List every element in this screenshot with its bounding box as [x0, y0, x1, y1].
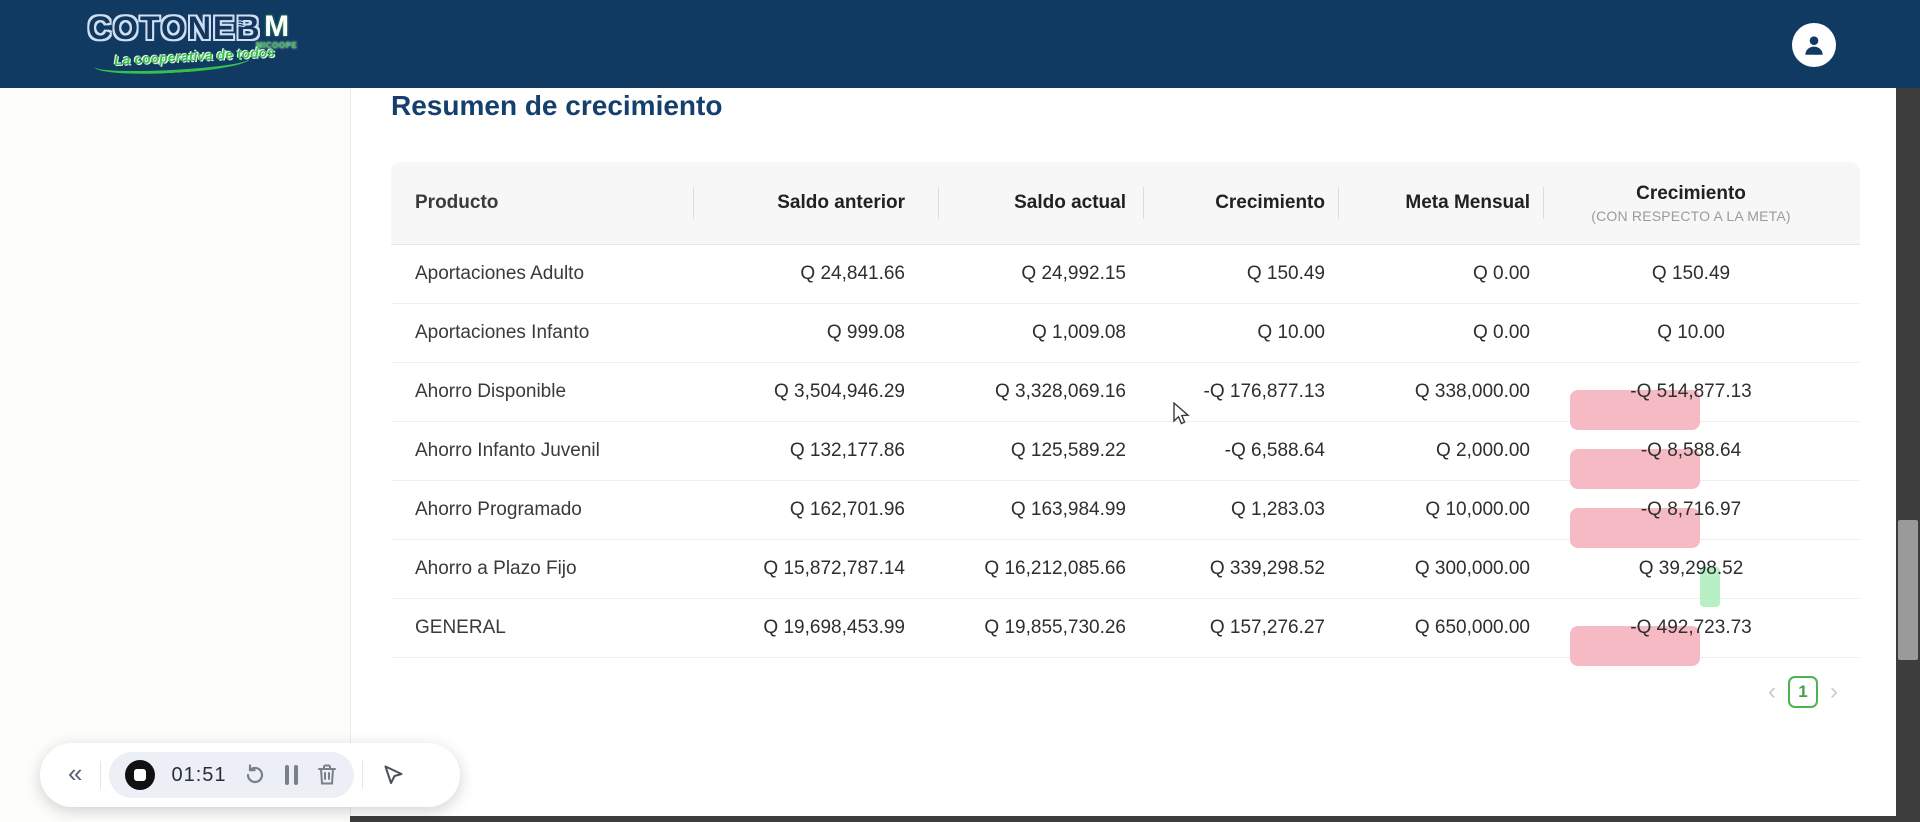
cell-saldo-actual: Q 16,212,085.66 [984, 558, 1126, 579]
cell-crecimiento-meta: -Q 8,588.64 [1544, 440, 1860, 489]
vertical-scrollbar-thumb[interactable] [1898, 520, 1918, 660]
cell-saldo-actual: Q 163,984.99 [1010, 499, 1126, 520]
logo-separator-icon: ≋ [236, 16, 247, 31]
bottom-window-edge [350, 816, 1896, 822]
toolbar-divider [361, 761, 363, 789]
cell-producto: GENERAL [415, 617, 506, 638]
vertical-scrollbar[interactable] [1896, 88, 1920, 822]
table-row: GENERAL Q 19,698,453.99 Q 19,855,730.26 … [391, 599, 1860, 666]
table-row: Ahorro Infanto Juvenil Q 132,177.86 Q 12… [391, 422, 1860, 489]
screen-recorder-toolbar: « 01:51 [40, 743, 460, 807]
page-title: Resumen de crecimiento [391, 90, 723, 121]
trash-icon [317, 764, 336, 785]
cell-producto: Ahorro Disponible [415, 381, 567, 402]
cell-producto: Ahorro a Plazo Fijo [415, 558, 577, 579]
cell-crecimiento: -Q 6,588.64 [1224, 440, 1325, 461]
cell-producto: Aportaciones Infanto [415, 322, 590, 343]
current-page-button[interactable]: 1 [1788, 676, 1818, 708]
cell-crecimiento: Q 157,276.27 [1209, 617, 1325, 638]
cell-saldo-anterior: Q 24,841.66 [800, 263, 905, 284]
column-header-crecimiento: Crecimiento [1144, 192, 1339, 214]
cell-saldo-anterior: Q 3,504,946.29 [774, 381, 905, 402]
cell-saldo-actual: Q 1,009.08 [1031, 322, 1126, 343]
table-body: Aportaciones Adulto Q 24,841.66 Q 24,992… [391, 244, 1860, 666]
table-row: Ahorro Disponible Q 3,504,946.29 Q 3,328… [391, 363, 1860, 430]
cell-crecimiento-meta: Q 39,298.52 [1544, 558, 1860, 607]
cell-crecimiento: Q 150.49 [1246, 263, 1325, 284]
table-row: Ahorro Programado Q 162,701.96 Q 163,984… [391, 481, 1860, 548]
column-header-meta-mensual: Meta Mensual [1339, 192, 1544, 214]
column-header-saldo-anterior: Saldo anterior [694, 192, 939, 214]
pagination: ‹ 1 › [1768, 676, 1838, 708]
pause-icon [284, 765, 289, 785]
cell-crecimiento: Q 339,298.52 [1209, 558, 1325, 579]
cell-crecimiento: Q 1,283.03 [1230, 499, 1325, 520]
cell-meta-mensual: Q 0.00 [1472, 322, 1530, 343]
cell-crecimiento: -Q 176,877.13 [1203, 381, 1325, 402]
growth-summary-table: Producto Saldo anterior Saldo actual Cre… [391, 162, 1860, 666]
top-navbar: COTONEB ≋ M MICOOPE La cooperativa de to… [0, 0, 1920, 88]
cell-saldo-anterior: Q 15,872,787.14 [763, 558, 905, 579]
restart-icon [246, 764, 263, 784]
cell-crecimiento-meta: Q 150.49 [1651, 263, 1731, 284]
cell-meta-mensual: Q 650,000.00 [1414, 617, 1530, 638]
cell-producto: Ahorro Infanto Juvenil [415, 440, 600, 461]
cell-crecimiento-meta: Q 10.00 [1657, 322, 1725, 343]
cell-producto: Ahorro Programado [415, 499, 582, 520]
stop-record-icon [134, 769, 147, 781]
recorder-controls-group: 01:51 [109, 752, 354, 798]
table-row: Ahorro a Plazo Fijo Q 15,872,787.14 Q 16… [391, 540, 1860, 607]
table-row: Aportaciones Adulto Q 24,841.66 Q 24,992… [391, 244, 1860, 304]
cell-saldo-anterior: Q 132,177.86 [789, 440, 905, 461]
prev-page-button[interactable]: ‹ [1768, 676, 1776, 708]
cell-saldo-anterior: Q 19,698,453.99 [763, 617, 905, 638]
cell-crecimiento-meta: -Q 8,716.97 [1544, 499, 1860, 548]
cell-saldo-actual: Q 125,589.22 [1010, 440, 1126, 461]
recording-timer: 01:51 [171, 763, 227, 786]
cell-meta-mensual: Q 2,000.00 [1435, 440, 1530, 461]
cell-meta-mensual: Q 338,000.00 [1414, 381, 1530, 402]
cell-crecimiento-meta: -Q 514,877.13 [1544, 381, 1860, 430]
cell-saldo-actual: Q 19,855,730.26 [984, 617, 1126, 638]
left-sidebar [0, 88, 351, 822]
table-row: Aportaciones Infanto Q 999.08 Q 1,009.08… [391, 304, 1860, 363]
user-profile-icon [1805, 36, 1823, 55]
pointer-tool-button[interactable] [371, 763, 415, 787]
table-header-row: Producto Saldo anterior Saldo actual Cre… [391, 162, 1860, 244]
cell-saldo-actual: Q 24,992.15 [1021, 263, 1126, 284]
column-header-saldo-actual: Saldo actual [939, 192, 1144, 214]
micoope-m-icon: M [264, 10, 290, 43]
column-header-crecimiento-meta-subtitle: (CON RESPECTO A LA META) [1591, 207, 1791, 224]
chevrons-left-icon[interactable]: « [58, 760, 92, 790]
column-header-producto: Producto [391, 192, 694, 214]
user-avatar[interactable] [1792, 23, 1836, 67]
cell-crecimiento-meta: -Q 492,723.73 [1544, 617, 1860, 666]
toolbar-divider [100, 761, 102, 789]
column-header-crecimiento-meta-title: Crecimiento [1636, 182, 1746, 204]
delete-recording-button[interactable] [316, 763, 338, 787]
cell-meta-mensual: Q 10,000.00 [1425, 499, 1530, 520]
cell-crecimiento: Q 10.00 [1257, 322, 1325, 343]
logo[interactable]: COTONEB ≋ M MICOOPE La cooperativa de to… [88, 10, 318, 80]
stop-record-button[interactable] [125, 760, 156, 790]
cell-meta-mensual: Q 0.00 [1472, 263, 1530, 284]
restart-recording-button[interactable] [243, 763, 267, 787]
cell-saldo-actual: Q 3,328,069.16 [995, 381, 1126, 402]
app-window: COTONEB ≋ M MICOOPE La cooperativa de to… [0, 0, 1920, 822]
column-header-crecimiento-meta: Crecimiento (CON RESPECTO A LA META) [1544, 183, 1860, 224]
cell-saldo-anterior: Q 162,701.96 [789, 499, 905, 520]
pause-recording-button[interactable] [283, 765, 300, 785]
cell-saldo-anterior: Q 999.08 [826, 322, 905, 343]
cursor-pointer-icon [384, 765, 403, 784]
next-page-button[interactable]: › [1830, 676, 1838, 708]
cell-meta-mensual: Q 300,000.00 [1414, 558, 1530, 579]
cell-producto: Aportaciones Adulto [415, 263, 585, 284]
